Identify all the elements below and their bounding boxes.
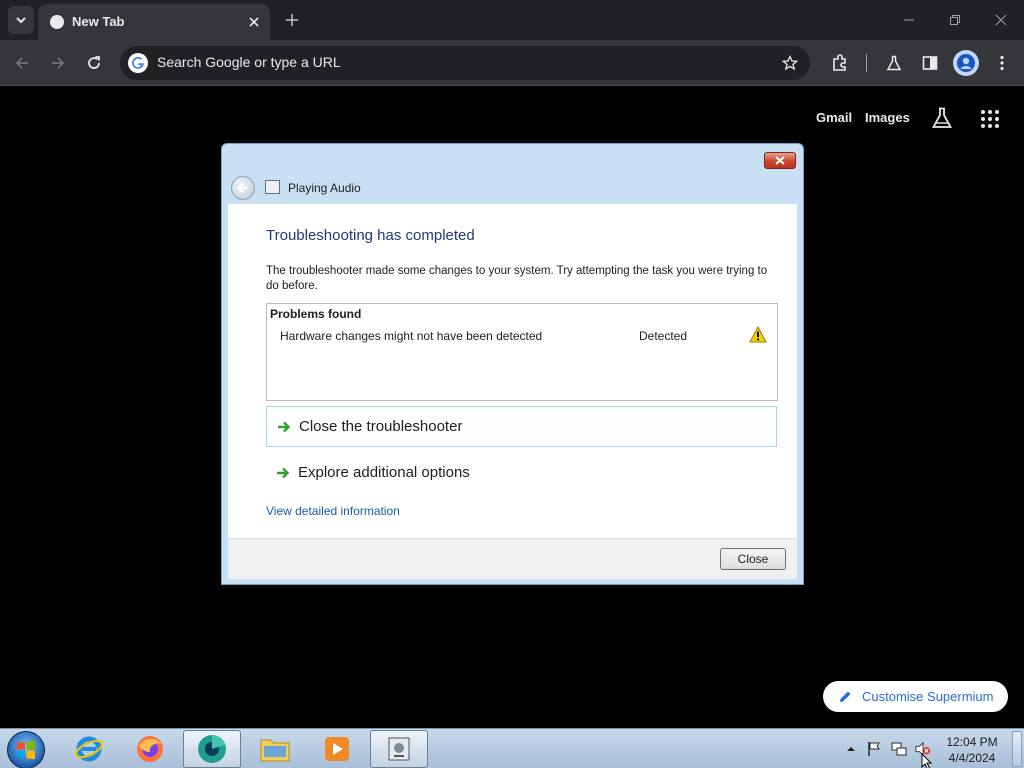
green-arrow-icon bbox=[278, 421, 291, 433]
network-icon bbox=[891, 742, 907, 756]
reload-button[interactable] bbox=[80, 49, 108, 77]
close-icon bbox=[775, 156, 785, 165]
minimize-button[interactable] bbox=[893, 6, 925, 34]
clock-date: 4/4/2024 bbox=[948, 751, 996, 765]
back-button[interactable] bbox=[8, 49, 36, 77]
problem-row[interactable]: Hardware changes might not have been det… bbox=[280, 326, 775, 347]
media-player-icon bbox=[325, 737, 349, 761]
show-hidden-icons-button[interactable] bbox=[843, 741, 859, 757]
action-center-button[interactable] bbox=[866, 741, 882, 757]
close-troubleshooter-command[interactable]: Close the troubleshooter bbox=[266, 406, 777, 447]
explore-options-label: Explore additional options bbox=[298, 464, 470, 481]
browser-toolbar: Search Google or type a URL bbox=[0, 40, 1024, 86]
labs-button[interactable] bbox=[880, 49, 908, 77]
taskbar-internet-explorer[interactable] bbox=[60, 730, 118, 768]
taskbar-firefox[interactable] bbox=[121, 730, 179, 768]
plus-icon bbox=[286, 14, 298, 26]
close-icon bbox=[249, 17, 259, 27]
extensions-button[interactable] bbox=[826, 49, 854, 77]
side-panel-button[interactable] bbox=[916, 49, 944, 77]
labs-ntp-button[interactable] bbox=[930, 106, 954, 130]
star-icon bbox=[782, 55, 798, 71]
dialog-close-button[interactable] bbox=[764, 152, 796, 169]
taskbar-troubleshooter[interactable] bbox=[370, 730, 428, 768]
firefox-icon bbox=[137, 736, 163, 762]
taskbar: 12:04 PM 4/4/2024 bbox=[0, 728, 1024, 768]
omnibox-placeholder: Search Google or type a URL bbox=[157, 54, 341, 70]
show-desktop-button[interactable] bbox=[1012, 731, 1022, 767]
tab-title: New Tab bbox=[72, 14, 125, 29]
tab-search-button[interactable] bbox=[8, 6, 34, 34]
puzzle-icon bbox=[833, 54, 846, 71]
troubleshooter-icon bbox=[388, 737, 410, 761]
chevron-up-icon bbox=[847, 747, 855, 751]
minimize-icon bbox=[904, 19, 914, 21]
dialog-footer: Close bbox=[228, 538, 797, 579]
taskbar-file-explorer[interactable] bbox=[246, 730, 304, 768]
dialog-heading: Troubleshooting has completed bbox=[266, 227, 475, 244]
toolbar-separator bbox=[866, 54, 867, 72]
bookmark-star-button[interactable] bbox=[778, 51, 802, 75]
reload-icon bbox=[88, 56, 100, 69]
start-button[interactable] bbox=[7, 731, 45, 768]
forward-button[interactable] bbox=[44, 49, 72, 77]
apps-launcher-button[interactable] bbox=[980, 109, 1000, 129]
menu-button[interactable] bbox=[988, 49, 1016, 77]
problems-header: Problems found bbox=[270, 307, 362, 321]
troubleshooter-icon bbox=[265, 180, 280, 194]
arrow-left-icon bbox=[15, 57, 28, 69]
troubleshooter-dialog: Playing Audio Troubleshooting has comple… bbox=[221, 143, 804, 585]
omnibox[interactable]: Search Google or type a URL bbox=[120, 46, 810, 80]
view-details-link[interactable]: View detailed information bbox=[266, 504, 400, 518]
user-icon bbox=[957, 54, 975, 72]
profile-avatar[interactable] bbox=[953, 50, 979, 76]
network-button[interactable] bbox=[891, 741, 907, 757]
windows-logo-icon bbox=[17, 740, 35, 760]
flag-icon bbox=[868, 742, 880, 756]
supermium-icon bbox=[198, 735, 226, 763]
internet-explorer-icon bbox=[75, 736, 103, 762]
pencil-icon bbox=[840, 691, 851, 702]
close-troubleshooter-label: Close the troubleshooter bbox=[299, 418, 463, 435]
window-close-button[interactable] bbox=[985, 6, 1017, 34]
close-button[interactable]: Close bbox=[720, 548, 786, 570]
side-panel-icon bbox=[922, 56, 938, 70]
restore-icon bbox=[950, 15, 960, 25]
problem-name: Hardware changes might not have been det… bbox=[280, 329, 543, 343]
flask-icon bbox=[886, 55, 902, 71]
taskbar-clock[interactable]: 12:04 PM 4/4/2024 bbox=[940, 734, 1004, 766]
problem-status: Detected bbox=[639, 329, 688, 343]
close-icon bbox=[995, 14, 1007, 26]
google-icon bbox=[128, 53, 148, 73]
taskbar-media-player[interactable] bbox=[308, 730, 366, 768]
problems-panel: Problems found Hardware changes might no… bbox=[266, 303, 778, 401]
dialog-title: Playing Audio bbox=[288, 181, 361, 195]
more-vert-icon bbox=[1000, 55, 1004, 71]
new-tab-button[interactable] bbox=[280, 8, 304, 32]
arrow-left-icon bbox=[237, 183, 247, 193]
folder-icon bbox=[260, 739, 290, 762]
mouse-cursor-icon bbox=[921, 753, 933, 768]
tab-new-tab[interactable]: New Tab bbox=[38, 4, 270, 40]
warning-icon bbox=[749, 326, 767, 343]
arrow-right-icon bbox=[52, 57, 65, 69]
images-link[interactable]: Images bbox=[865, 110, 910, 125]
restore-button[interactable] bbox=[939, 6, 971, 34]
clock-time: 12:04 PM bbox=[946, 735, 998, 749]
tab-close-button[interactable] bbox=[244, 12, 264, 32]
customise-label: Customise Supermium bbox=[862, 689, 994, 704]
flask-icon bbox=[931, 107, 953, 128]
tab-strip: New Tab bbox=[0, 0, 1024, 40]
dialog-description: The troubleshooter made some changes to … bbox=[266, 265, 768, 292]
dialog-back-button[interactable] bbox=[231, 176, 255, 200]
apps-grid-icon bbox=[981, 110, 999, 128]
dialog-content: Troubleshooting has completed The troubl… bbox=[228, 204, 797, 538]
customise-button[interactable]: Customise Supermium bbox=[823, 681, 1008, 712]
explore-options-command[interactable]: Explore additional options bbox=[266, 453, 777, 494]
globe-icon bbox=[50, 15, 64, 29]
taskbar-supermium[interactable] bbox=[183, 730, 241, 768]
chevron-down-icon bbox=[16, 17, 26, 24]
gmail-link[interactable]: Gmail bbox=[816, 110, 852, 125]
green-arrow-icon bbox=[277, 467, 290, 479]
